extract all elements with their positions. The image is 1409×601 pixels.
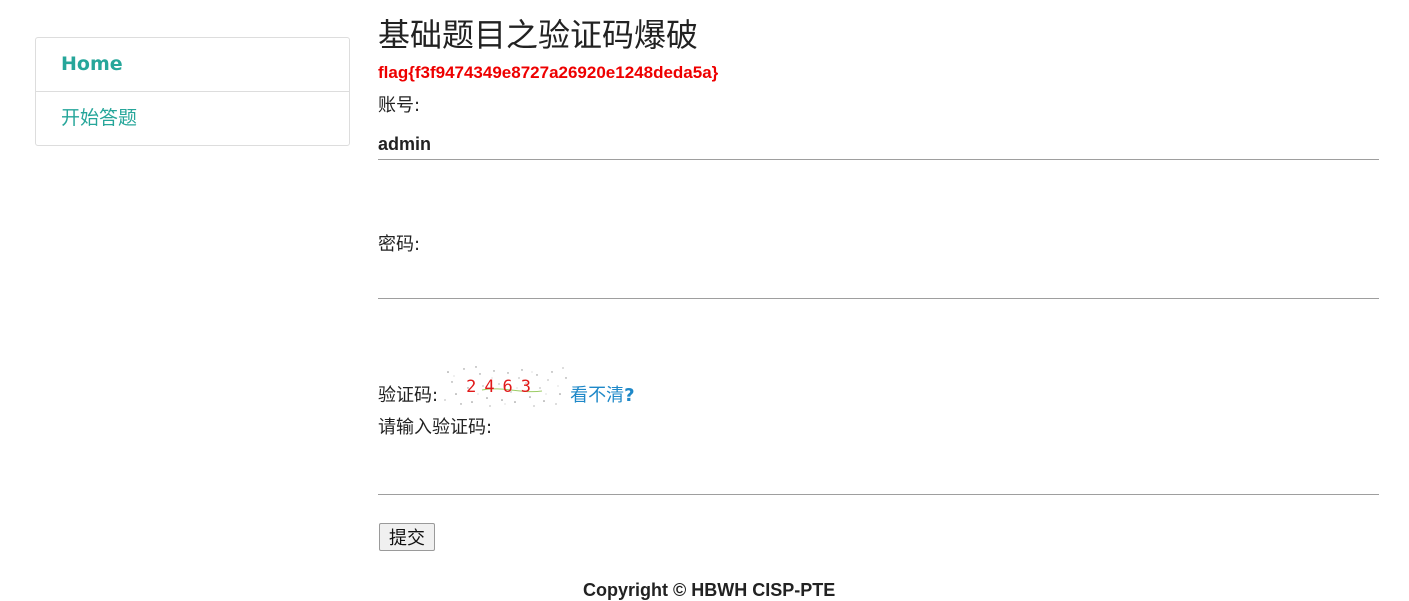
submit-button[interactable]: 提交: [379, 523, 435, 551]
captcha-row: 验证码: 2463 看不清?: [378, 362, 635, 408]
captcha-image[interactable]: 2463: [442, 364, 570, 408]
captcha-input[interactable]: [378, 464, 1379, 495]
captcha-input-label: 请输入验证码:: [378, 417, 493, 438]
captcha-label: 验证码:: [378, 385, 439, 406]
username-input[interactable]: [378, 129, 1379, 160]
footer-copyright: Copyright © HBWH CISP-PTE: [583, 580, 836, 600]
page-title: 基础题目之验证码爆破: [378, 16, 699, 54]
captcha-refresh-label: 看不清: [570, 385, 625, 406]
flag-text: flag{f3f9474349e8727a26920e1248deda5a}: [378, 63, 719, 82]
sidebar-item-home[interactable]: Home: [36, 38, 349, 91]
password-label: 密码:: [378, 234, 421, 255]
sidebar: Home 开始答题: [35, 37, 350, 146]
password-input[interactable]: [378, 268, 1379, 299]
captcha-text: 2463: [466, 377, 540, 397]
username-label: 账号:: [378, 95, 421, 116]
captcha-refresh-link[interactable]: 看不清?: [570, 381, 634, 408]
sidebar-item-start-quiz[interactable]: 开始答题: [36, 91, 349, 145]
captcha-refresh-question-mark: ?: [624, 385, 635, 406]
